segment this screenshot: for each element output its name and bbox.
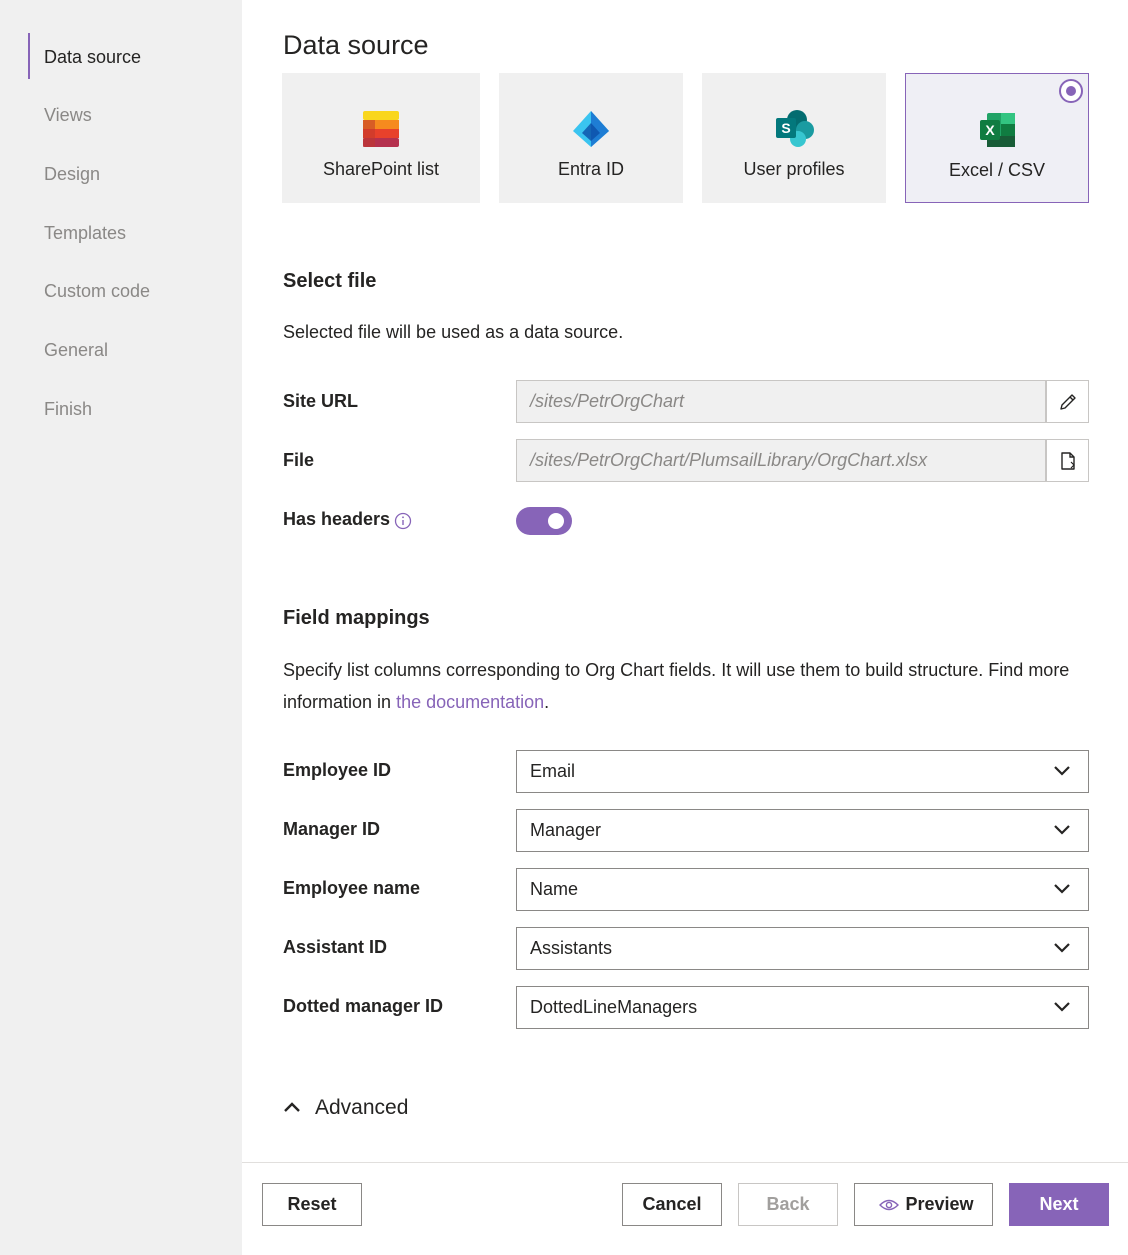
dropdown-value: DottedLineManagers [530, 997, 698, 1017]
sidebar-item-templates[interactable]: Templates [44, 218, 126, 248]
select-file-title: Select file [283, 270, 377, 292]
manager-id-dropdown[interactable]: Manager [516, 809, 1089, 852]
employee-id-label: Employee ID [283, 760, 392, 780]
site-url-field[interactable]: /sites/PetrOrgChart [516, 380, 1046, 423]
dropdown-value: Email [530, 761, 576, 781]
page-title: Data source [283, 30, 429, 60]
sidebar-item-design[interactable]: Design [44, 159, 100, 189]
has-headers-label: Has headers [283, 509, 391, 529]
select-file-description: Selected file will be used as a data sou… [283, 322, 624, 342]
svg-text:X: X [985, 122, 995, 138]
selected-radio[interactable] [1059, 79, 1083, 103]
source-tile-sharepoint-list[interactable]: SharePoint list [282, 73, 480, 203]
field-mappings-title: Field mappings [283, 607, 430, 629]
info-icon[interactable] [394, 512, 412, 530]
reset-button[interactable]: Reset [262, 1183, 362, 1226]
nav-active-indicator [28, 33, 30, 79]
site-url-label: Site URL [283, 391, 359, 411]
employee-name-label: Employee name [283, 878, 421, 898]
assistant-id-label: Assistant ID [283, 937, 388, 957]
sidebar-item-custom-code[interactable]: Custom code [44, 276, 150, 306]
dropdown-value: Assistants [530, 938, 613, 958]
sidebar-item-data-source[interactable]: Data source [44, 42, 141, 72]
field-mappings-description: Specify list columns corresponding to Or… [283, 654, 1073, 718]
source-tile-excel-csv[interactable]: X Excel / CSV [905, 73, 1089, 203]
entra-id-icon [573, 111, 609, 147]
sidebar-item-views[interactable]: Views [44, 100, 92, 130]
main-panel: Data source SharePoint list Entra ID S U… [242, 0, 1128, 1255]
pencil-icon [1060, 394, 1076, 410]
preview-label: Preview [905, 1194, 974, 1214]
chevron-up-icon [284, 1102, 300, 1112]
chevron-down-icon [1054, 825, 1070, 835]
manager-id-label: Manager ID [283, 819, 381, 839]
source-tile-user-profiles[interactable]: S User profiles [702, 73, 886, 203]
chevron-down-icon [1054, 766, 1070, 776]
dropdown-value: Manager [530, 820, 602, 840]
has-headers-toggle[interactable] [516, 507, 572, 535]
chevron-down-icon [1054, 943, 1070, 953]
source-tile-label: SharePoint list [322, 159, 440, 179]
cancel-button[interactable]: Cancel [622, 1183, 722, 1226]
back-button[interactable]: Back [738, 1183, 838, 1226]
edit-site-url-button[interactable] [1046, 380, 1089, 423]
documentation-link[interactable]: the documentation [396, 692, 544, 712]
sidebar: Data source Views Design Templates Custo… [0, 0, 242, 1255]
browse-file-button[interactable] [1046, 439, 1089, 482]
source-tile-entra-id[interactable]: Entra ID [499, 73, 683, 203]
next-button[interactable]: Next [1009, 1183, 1109, 1226]
document-icon [1061, 452, 1075, 470]
file-field[interactable]: /sites/PetrOrgChart/PlumsailLibrary/OrgC… [516, 439, 1046, 482]
advanced-label: Advanced [315, 1096, 409, 1119]
description-end: . [544, 692, 550, 712]
employee-id-dropdown[interactable]: Email [516, 750, 1089, 793]
sidebar-item-finish[interactable]: Finish [44, 394, 92, 424]
dotted-manager-id-dropdown[interactable]: DottedLineManagers [516, 986, 1089, 1029]
eye-icon [879, 1199, 899, 1211]
sharepoint-icon: S [776, 110, 814, 147]
sidebar-item-general[interactable]: General [44, 335, 108, 365]
chevron-down-icon [1054, 884, 1070, 894]
source-tile-label: User profiles [743, 159, 845, 179]
excel-icon: X [980, 113, 1015, 147]
assistant-id-dropdown[interactable]: Assistants [516, 927, 1089, 970]
source-tile-label: Excel / CSV [948, 160, 1046, 180]
employee-name-dropdown[interactable]: Name [516, 868, 1089, 911]
preview-button[interactable]: Preview [854, 1183, 993, 1226]
footer-divider [242, 1162, 1128, 1163]
file-label: File [283, 450, 315, 470]
dotted-manager-id-label: Dotted manager ID [283, 996, 444, 1016]
chevron-down-icon [1054, 1002, 1070, 1012]
dropdown-value: Name [530, 879, 579, 899]
sharepoint-list-icon [363, 111, 399, 147]
svg-text:S: S [781, 120, 790, 136]
source-tile-label: Entra ID [557, 159, 625, 179]
